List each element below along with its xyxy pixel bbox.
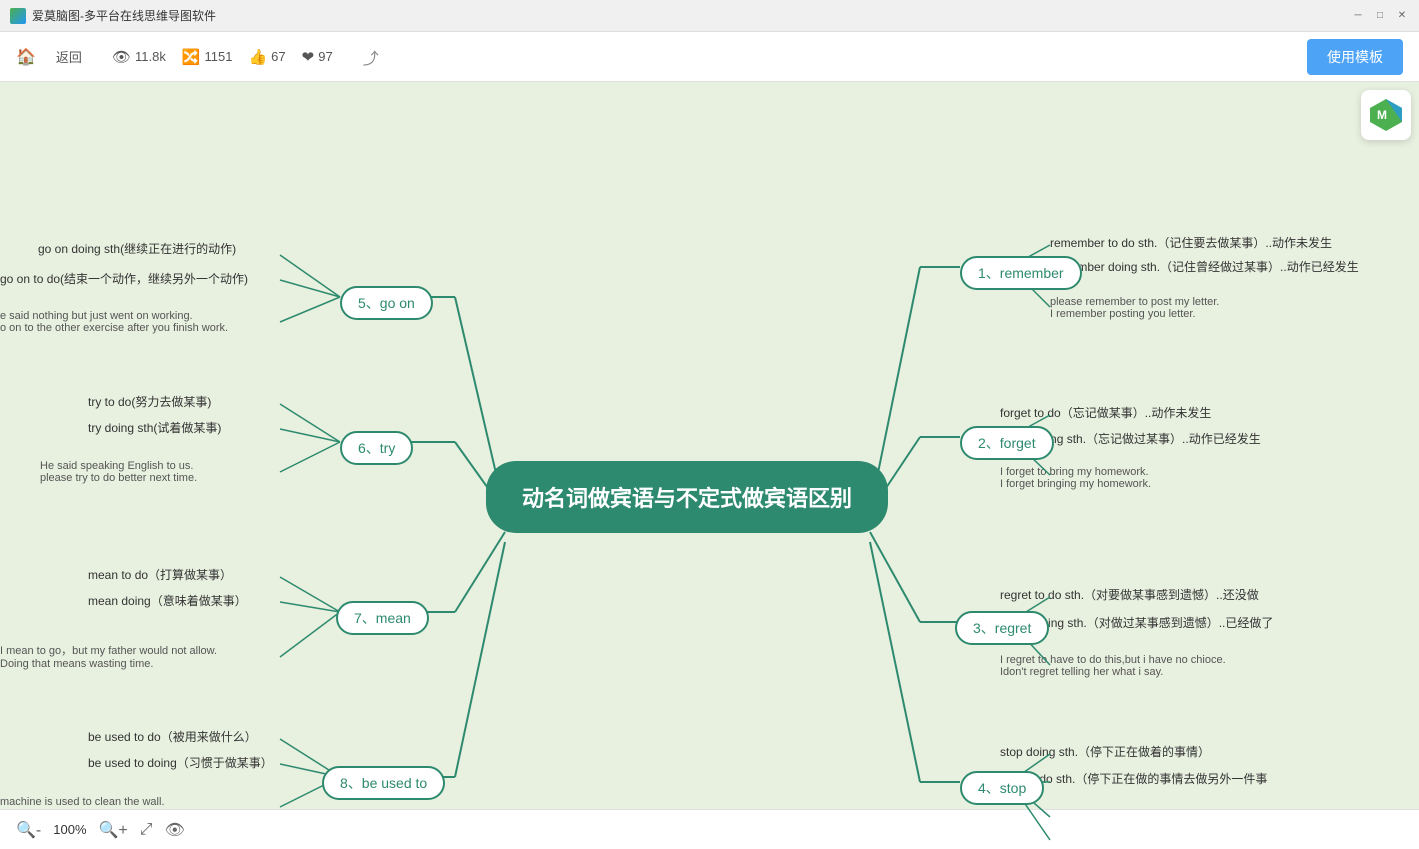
node-remember-label: 1、remember [978, 265, 1064, 281]
node-try[interactable]: 6、try [340, 431, 413, 465]
eye-icon: 👁 [112, 48, 131, 66]
node-regret[interactable]: 3、regret [955, 611, 1049, 645]
node-try-label: 6、try [358, 440, 395, 456]
use-template-button[interactable]: 使用模板 [1307, 39, 1403, 75]
mindmap-canvas: 动名词做宾语与不定式做宾语区别 5、go on go on doing sth(… [0, 82, 1419, 849]
back-button[interactable]: 返回 [56, 47, 82, 66]
toolbar: 🏠 返回 👁 11.8k 🔀 1151 👍 67 ❤ 97 ⤴ 使用模板 [0, 32, 1419, 82]
close-button[interactable]: ✕ [1395, 9, 1409, 23]
node-be-used-to[interactable]: 8、be used to [322, 766, 445, 800]
node-be-used-to-label: 8、be used to [340, 775, 427, 791]
app-title: 爱莫脑图-多平台在线思维导图软件 [32, 7, 1351, 24]
likes-stat: 👍 67 [248, 48, 285, 66]
node-mean[interactable]: 7、mean [336, 601, 429, 635]
forks-stat: 🔀 1151 [182, 48, 233, 66]
node-mean-label: 7、mean [354, 610, 411, 626]
node-go-on[interactable]: 5、go on [340, 286, 433, 320]
forks-count: 1151 [205, 49, 233, 64]
minimize-button[interactable]: ─ [1351, 9, 1365, 23]
logo-overlay: M [1361, 90, 1411, 140]
center-node: 动名词做宾语与不定式做宾语区别 [486, 461, 888, 533]
node-forget[interactable]: 2、forget [960, 426, 1054, 460]
node-go-on-label: 5、go on [358, 295, 415, 311]
node-stop[interactable]: 4、stop [960, 771, 1044, 805]
likes-count: 67 [271, 49, 285, 64]
logo-icon: M [1368, 97, 1404, 133]
window-controls: ─ □ ✕ [1351, 9, 1409, 23]
share-icon[interactable]: ⤴ [363, 45, 379, 69]
svg-text:M: M [1377, 108, 1387, 122]
stats-bar: 👁 11.8k 🔀 1151 👍 67 ❤ 97 [112, 48, 333, 66]
maximize-button[interactable]: □ [1373, 9, 1387, 23]
heart-icon: ❤ [302, 48, 315, 66]
home-button[interactable]: 🏠 [16, 47, 36, 67]
fork-icon: 🔀 [182, 48, 201, 66]
titlebar: 爱莫脑图-多平台在线思维导图软件 ─ □ ✕ [0, 0, 1419, 32]
home-icon: 🏠 [16, 47, 36, 67]
node-stop-label: 4、stop [978, 780, 1026, 796]
favorites-stat: ❤ 97 [302, 48, 333, 66]
node-forget-label: 2、forget [978, 435, 1036, 451]
back-label: 返回 [56, 47, 82, 66]
node-regret-label: 3、regret [973, 620, 1031, 636]
views-stat: 👁 11.8k [112, 48, 166, 66]
like-icon: 👍 [248, 48, 267, 66]
favorites-count: 97 [318, 49, 332, 64]
app-icon [10, 8, 26, 24]
views-count: 11.8k [135, 49, 166, 64]
node-remember[interactable]: 1、remember [960, 256, 1082, 290]
